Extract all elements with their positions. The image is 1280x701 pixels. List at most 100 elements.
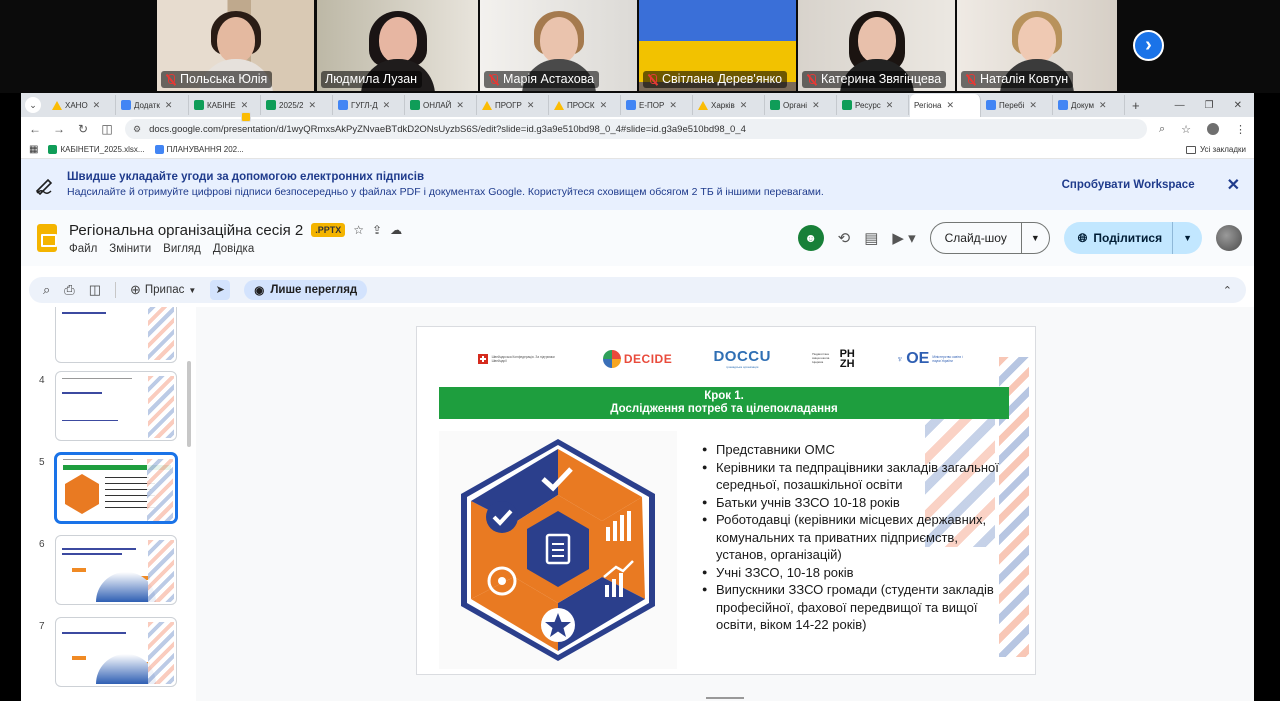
apps-grid-icon[interactable]: ▦	[29, 144, 38, 155]
address-bar[interactable]: ⚙ docs.google.com/presentation/d/1wyQRmx…	[125, 119, 1147, 139]
document-title[interactable]: Регіональна організаційна сесія 2	[69, 222, 303, 239]
back-icon[interactable]: ←	[29, 122, 41, 136]
close-tab-icon[interactable]: ✕	[886, 100, 894, 111]
slides-logo-icon[interactable]	[37, 224, 57, 252]
close-tab-icon[interactable]: ✕	[600, 100, 608, 111]
zoom-dropdown[interactable]: ⊕ Припас ▼	[130, 282, 196, 298]
search-icon[interactable]: ⌕	[43, 282, 50, 298]
slides-header: Регіональна організаційна сесія 2 .PPTX …	[21, 210, 1254, 266]
filmstrip-scrollbar[interactable]	[187, 361, 191, 447]
site-info-icon[interactable]: ⚙	[133, 124, 141, 135]
tab-search-icon[interactable]: ⌄	[25, 97, 41, 113]
split-view-icon[interactable]: ◫	[101, 122, 113, 136]
new-tab-button[interactable]: +	[1132, 98, 1140, 113]
close-banner-icon[interactable]: ✕	[1227, 175, 1240, 195]
slide-thumbnail[interactable]	[55, 453, 177, 523]
cloud-status-icon[interactable]: ☁	[390, 223, 402, 237]
canvas-scroll-indicator[interactable]	[706, 697, 744, 699]
close-tab-icon[interactable]: ✕	[456, 100, 464, 111]
close-tab-icon[interactable]: ✕	[1099, 100, 1107, 111]
mic-off-icon	[806, 73, 817, 86]
participant-tile[interactable]: Катерина Звягінцева	[798, 0, 955, 91]
browser-tab[interactable]: ОНЛАЙ ✕	[406, 95, 477, 115]
browser-tab[interactable]: Харків ✕	[694, 95, 765, 115]
chevron-down-icon[interactable]: ▼	[1022, 233, 1049, 243]
menu-bar: Файл Змінити Вигляд Довідка	[69, 243, 402, 255]
bookmark-item[interactable]: КАБІНЕТИ_2025.xlsx...	[48, 145, 145, 154]
browser-tab[interactable]: 2025/2 ✕	[262, 95, 333, 115]
all-bookmarks-button[interactable]: Усі закладки	[1185, 145, 1246, 154]
menu-file[interactable]: Файл	[69, 243, 97, 255]
print-icon[interactable]: ⎙	[64, 282, 74, 298]
mic-off-icon	[165, 73, 176, 86]
slide-thumbnail[interactable]	[55, 371, 177, 441]
current-slide[interactable]: Швейцарська Конфедерація. За підтримки Ш…	[416, 326, 1036, 675]
browser-tab[interactable]: Ресурс ✕	[838, 95, 909, 115]
close-tab-icon[interactable]: ✕	[241, 100, 249, 111]
participant-tile[interactable]: Марія Астахова	[480, 0, 637, 91]
slide-canvas: Швейцарська Конфедерація. За підтримки Ш…	[196, 307, 1254, 701]
close-tab-icon[interactable]: ✕	[383, 100, 391, 111]
slide-thumbnail[interactable]	[55, 535, 177, 605]
forward-icon[interactable]: →	[53, 122, 65, 136]
restore-icon[interactable]: ❐	[1205, 100, 1214, 111]
chevron-down-icon[interactable]: ▼	[1172, 222, 1202, 254]
close-window-icon[interactable]: ✕	[1234, 100, 1242, 111]
bullet-item: Учні ЗЗСО, 10-18 років	[702, 564, 1002, 582]
participant-tile[interactable]: Польська Юлія	[157, 0, 314, 91]
close-tab-icon[interactable]: ✕	[308, 100, 316, 111]
browser-tab[interactable]: ГУГЛ-Д ✕	[334, 95, 405, 115]
close-tab-icon[interactable]: ✕	[740, 100, 748, 111]
participant-tile[interactable]: Світлана Дерев'янко	[639, 0, 796, 91]
share-button[interactable]: 🌐︎ Поділитися ▼	[1063, 222, 1202, 254]
close-tab-icon[interactable]: ✕	[812, 100, 820, 111]
video-call-icon[interactable]: ▶ ▾	[892, 229, 915, 247]
reload-icon[interactable]: ↻	[77, 122, 89, 136]
next-participants-button[interactable]: ›	[1133, 30, 1164, 61]
browser-tab-active[interactable]: Регіона ✕	[241, 94, 981, 122]
browser-tab[interactable]: ПРОГР ✕	[478, 95, 549, 115]
more-menu-icon[interactable]: ⋮	[1235, 123, 1246, 136]
zoom-icon[interactable]: ⌕	[1159, 123, 1165, 136]
try-workspace-link[interactable]: Спробувати Workspace	[1062, 179, 1195, 191]
close-tab-icon[interactable]: ✕	[1029, 100, 1037, 111]
phzh-logo: Педагогічна вища школа Цюриха PH ZH	[812, 348, 855, 370]
docs-icon	[338, 100, 348, 110]
browser-tab[interactable]: Докум ✕	[1054, 95, 1125, 115]
close-tab-icon[interactable]: ✕	[165, 100, 173, 111]
star-icon[interactable]: ☆	[353, 223, 364, 237]
bookmark-item[interactable]: ПЛАНУВАННЯ 202...	[154, 145, 244, 154]
participant-tile[interactable]: Наталія Ковтун	[957, 0, 1117, 91]
user-avatar[interactable]	[1216, 225, 1242, 251]
screen: Польська Юлія Людмила Лузан Марія Астахо…	[0, 0, 1280, 701]
select-cursor-icon[interactable]: ➤	[210, 280, 231, 300]
close-tab-icon[interactable]: ✕	[946, 100, 954, 111]
collapse-menus-icon[interactable]: ⌃	[1223, 284, 1232, 297]
browser-tab[interactable]: Додатк ✕	[117, 95, 189, 115]
profile-avatar[interactable]	[1207, 123, 1219, 135]
browser-tab[interactable]: Органі ✕	[766, 95, 837, 115]
participant-tile-active-speaker[interactable]: Людмила Лузан	[317, 0, 478, 91]
comments-icon[interactable]: ▤	[864, 229, 878, 247]
paint-format-icon[interactable]: ◫	[89, 282, 101, 298]
slide-thumbnail[interactable]	[55, 617, 177, 687]
view-only-mode-button[interactable]: ◉ Лише перегляд	[244, 280, 368, 300]
participant-name: Польська Юлія	[161, 71, 273, 88]
browser-tab[interactable]: ХАНО ✕	[48, 95, 116, 115]
minimize-icon[interactable]: —	[1175, 100, 1185, 111]
slide-thumbnail[interactable]	[55, 307, 177, 363]
menu-help[interactable]: Довідка	[213, 243, 254, 255]
slideshow-button[interactable]: Слайд-шоу ▼	[929, 222, 1050, 254]
meet-icon[interactable]: ☻	[797, 225, 824, 251]
close-tab-icon[interactable]: ✕	[93, 100, 101, 111]
browser-tab[interactable]: Е-ПОР ✕	[622, 95, 693, 115]
bookmark-star-icon[interactable]: ☆	[1181, 123, 1191, 136]
version-history-icon[interactable]: ⟲	[838, 229, 851, 247]
browser-tab[interactable]: ПРОСК ✕	[550, 95, 621, 115]
menu-edit[interactable]: Змінити	[109, 243, 151, 255]
close-tab-icon[interactable]: ✕	[669, 100, 677, 111]
move-icon[interactable]: ⇪	[372, 223, 382, 237]
browser-tab[interactable]: Перебі ✕	[982, 95, 1053, 115]
close-tab-icon[interactable]: ✕	[527, 100, 535, 111]
menu-view[interactable]: Вигляд	[163, 243, 201, 255]
